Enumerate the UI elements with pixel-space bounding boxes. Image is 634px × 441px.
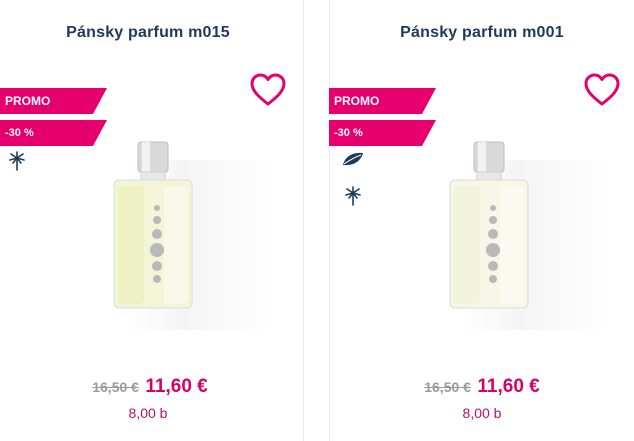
wishlist-heart-icon[interactable] bbox=[583, 72, 621, 108]
product-image[interactable] bbox=[444, 140, 534, 310]
new-price: 11,60 € bbox=[145, 376, 208, 397]
old-price: 16,50 € bbox=[92, 379, 139, 395]
product-image[interactable] bbox=[108, 140, 198, 310]
leaf-icon bbox=[343, 152, 363, 166]
discount-badge-label: -30 % bbox=[5, 127, 34, 139]
promo-badge: PROMO bbox=[329, 88, 436, 114]
product-card[interactable]: Pánsky parfum m015 PROMO -30 % 16,50 € 1… bbox=[0, 0, 303, 441]
promo-badge-label: PROMO bbox=[5, 94, 51, 108]
palm-tree-icon bbox=[9, 151, 25, 171]
product-title[interactable]: Pánsky parfum m015 bbox=[0, 24, 296, 42]
loyalty-points: 8,00 b bbox=[128, 405, 168, 421]
loyalty-points: 8,00 b bbox=[462, 405, 502, 421]
discount-badge: -30 % bbox=[329, 120, 436, 146]
product-card[interactable]: Pánsky parfum m001 PROMO -30 % 16,50 € 1… bbox=[329, 0, 634, 441]
new-price: 11,60 € bbox=[477, 376, 540, 397]
promo-badge: PROMO bbox=[0, 88, 107, 114]
wishlist-heart-icon[interactable] bbox=[249, 72, 287, 108]
price-row: 16,50 € 11,60 € bbox=[0, 376, 300, 398]
palm-tree-icon bbox=[345, 186, 361, 206]
discount-badge: -30 % bbox=[0, 120, 107, 146]
promo-badge-label: PROMO bbox=[334, 94, 380, 108]
column-divider bbox=[303, 0, 304, 441]
discount-badge-label: -30 % bbox=[334, 127, 363, 139]
old-price: 16,50 € bbox=[424, 379, 471, 395]
product-title[interactable]: Pánsky parfum m001 bbox=[329, 24, 634, 42]
price-row: 16,50 € 11,60 € bbox=[329, 376, 634, 398]
